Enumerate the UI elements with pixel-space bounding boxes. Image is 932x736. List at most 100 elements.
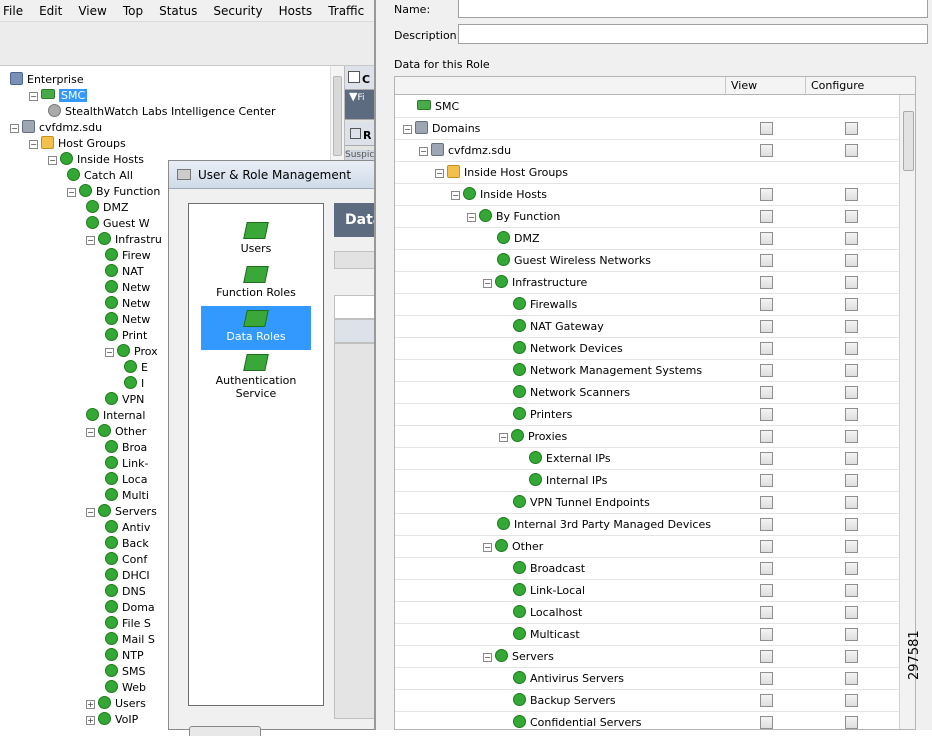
configure-checkbox[interactable] — [845, 430, 858, 443]
view-checkbox[interactable] — [760, 408, 773, 421]
tree-item[interactable]: Guest W — [86, 216, 150, 232]
tree-item[interactable]: I — [124, 376, 144, 392]
view-checkbox[interactable] — [760, 254, 773, 267]
configure-checkbox[interactable] — [845, 232, 858, 245]
tree-item[interactable]: SMS — [105, 664, 145, 680]
nav-data-roles[interactable]: Data Roles — [201, 306, 311, 350]
menu-edit[interactable]: Edit — [39, 4, 62, 18]
help-button[interactable] — [189, 726, 261, 736]
collapse-icon[interactable]: − — [499, 433, 508, 442]
view-checkbox[interactable] — [760, 606, 773, 619]
tree-item[interactable]: Loca — [105, 472, 147, 488]
view-checkbox[interactable] — [760, 540, 773, 553]
configure-checkbox[interactable] — [845, 540, 858, 553]
mid-tab-1[interactable]: C — [345, 66, 375, 90]
configure-checkbox[interactable] — [845, 606, 858, 619]
collapse-icon[interactable]: − — [419, 147, 428, 156]
view-checkbox[interactable] — [760, 144, 773, 157]
collapse-icon[interactable]: − — [483, 279, 492, 288]
menu-status[interactable]: Status — [159, 4, 197, 18]
view-checkbox[interactable] — [760, 342, 773, 355]
tree-item[interactable]: Conf — [105, 552, 147, 568]
tree-item[interactable]: E — [124, 360, 148, 376]
configure-checkbox[interactable] — [845, 276, 858, 289]
view-checkbox[interactable] — [760, 188, 773, 201]
tree-item[interactable]: NTP — [105, 648, 144, 664]
collapse-icon[interactable]: − — [86, 236, 95, 245]
view-checkbox[interactable] — [760, 672, 773, 685]
configure-checkbox[interactable] — [845, 342, 858, 355]
configure-checkbox[interactable] — [845, 254, 858, 267]
view-checkbox[interactable] — [760, 474, 773, 487]
collapse-icon[interactable]: − — [451, 191, 460, 200]
configure-checkbox[interactable] — [845, 210, 858, 223]
view-checkbox[interactable] — [760, 232, 773, 245]
tree-item[interactable]: DNS — [105, 584, 146, 600]
tree-item[interactable]: Multi — [105, 488, 149, 504]
tree-item[interactable]: Antiv — [105, 520, 150, 536]
collapse-icon[interactable]: − — [467, 213, 476, 222]
collapse-icon[interactable]: − — [403, 125, 412, 134]
configure-checkbox[interactable] — [845, 518, 858, 531]
view-checkbox[interactable] — [760, 694, 773, 707]
view-checkbox[interactable] — [760, 650, 773, 663]
scrollbar-thumb[interactable] — [903, 111, 914, 171]
expand-icon[interactable]: + — [86, 716, 95, 725]
col-configure-header[interactable]: Configure — [805, 77, 899, 95]
tree-item[interactable]: Internal — [86, 408, 145, 424]
collapse-icon[interactable]: − — [483, 653, 492, 662]
description-input[interactable] — [458, 24, 928, 44]
configure-checkbox[interactable] — [845, 694, 858, 707]
configure-checkbox[interactable] — [845, 144, 858, 157]
view-checkbox[interactable] — [760, 430, 773, 443]
tree-item[interactable]: Doma — [105, 600, 155, 616]
collapse-icon[interactable]: − — [435, 169, 444, 178]
tree-item[interactable]: − cvfdmz.sdu — [10, 120, 102, 136]
collapse-icon[interactable]: − — [86, 508, 95, 517]
nav-authentication-service[interactable]: Authentication Service — [201, 350, 311, 400]
menu-traffic[interactable]: Traffic — [328, 4, 364, 18]
tree-item[interactable]: Enterprise — [10, 72, 84, 88]
view-checkbox[interactable] — [760, 364, 773, 377]
menu-file[interactable]: File — [3, 4, 23, 18]
view-checkbox[interactable] — [760, 386, 773, 399]
tree-item[interactable]: VPN — [105, 392, 144, 408]
configure-checkbox[interactable] — [845, 716, 858, 729]
view-checkbox[interactable] — [760, 320, 773, 333]
tree-item[interactable]: Web — [105, 680, 146, 696]
tree-item[interactable]: File S — [105, 616, 151, 632]
mid-tab-r[interactable]: R — [345, 122, 375, 146]
tree-item[interactable]: Catch All — [67, 168, 133, 184]
tree-item[interactable]: Back — [105, 536, 149, 552]
scrollbar-thumb[interactable] — [333, 76, 342, 156]
configure-checkbox[interactable] — [845, 298, 858, 311]
collapse-icon[interactable]: − — [483, 543, 492, 552]
view-checkbox[interactable] — [760, 298, 773, 311]
view-checkbox[interactable] — [760, 716, 773, 729]
tree-item[interactable]: + VoIP — [86, 712, 138, 728]
tree-item[interactable]: − Servers — [86, 504, 157, 520]
collapse-icon[interactable]: − — [29, 140, 38, 149]
configure-checkbox[interactable] — [845, 452, 858, 465]
configure-checkbox[interactable] — [845, 474, 858, 487]
tree-item[interactable]: StealthWatch Labs Intelligence Center — [48, 104, 276, 120]
tree-item[interactable]: Broa — [105, 440, 147, 456]
tree-item[interactable]: Netw — [105, 296, 150, 312]
tree-item[interactable]: NAT — [105, 264, 144, 280]
configure-checkbox[interactable] — [845, 562, 858, 575]
tree-item[interactable]: − Prox — [105, 344, 158, 360]
configure-checkbox[interactable] — [845, 408, 858, 421]
tree-item[interactable]: − By Function — [67, 184, 160, 200]
tree-item[interactable]: − Infrastru — [86, 232, 162, 248]
nav-users[interactable]: Users — [201, 218, 311, 262]
configure-checkbox[interactable] — [845, 496, 858, 509]
configure-checkbox[interactable] — [845, 386, 858, 399]
configure-checkbox[interactable] — [845, 122, 858, 135]
view-checkbox[interactable] — [760, 210, 773, 223]
view-checkbox[interactable] — [760, 276, 773, 289]
menu-view[interactable]: View — [78, 4, 106, 18]
view-checkbox[interactable] — [760, 562, 773, 575]
collapse-icon[interactable]: − — [86, 428, 95, 437]
view-checkbox[interactable] — [760, 122, 773, 135]
view-checkbox[interactable] — [760, 628, 773, 641]
